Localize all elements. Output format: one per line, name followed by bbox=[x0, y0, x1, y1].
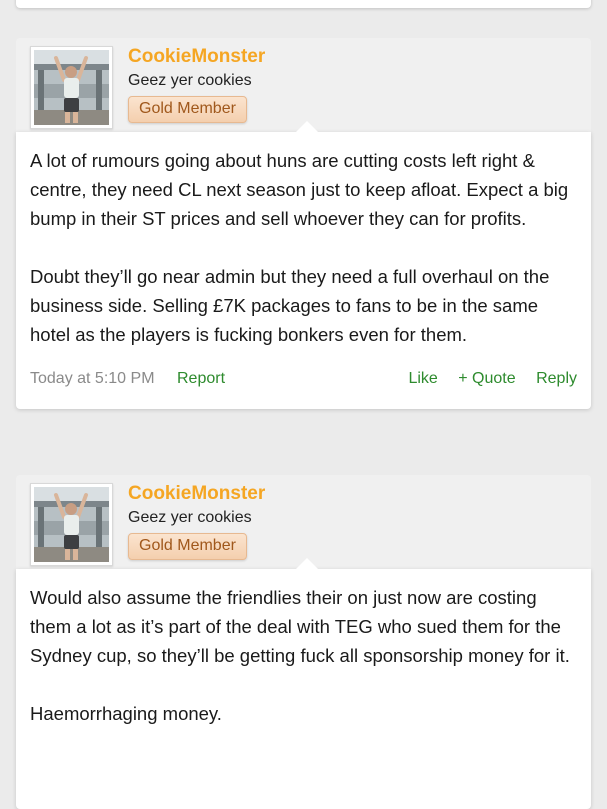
message-paragraph: Would also assume the friendlies their o… bbox=[30, 587, 570, 666]
member-badge: Gold Member bbox=[128, 96, 247, 123]
post-body: A lot of rumours going about huns are cu… bbox=[16, 121, 591, 409]
post-author-header: CookieMonster Geez yer cookies Gold Memb… bbox=[16, 38, 591, 132]
post-actions: Like + Quote Reply bbox=[392, 370, 577, 388]
username[interactable]: CookieMonster bbox=[128, 46, 265, 68]
reply-link[interactable]: Reply bbox=[536, 370, 577, 387]
message-paragraph: Doubt they’ll go near admin but they nee… bbox=[30, 266, 550, 345]
avatar[interactable] bbox=[30, 483, 113, 566]
post-author-header: CookieMonster Geez yer cookies Gold Memb… bbox=[16, 475, 591, 569]
post-footer: Today at 5:10 PM Report Like + Quote Rep… bbox=[16, 359, 591, 409]
message-paragraph: A lot of rumours going about huns are cu… bbox=[30, 150, 569, 229]
quote-link[interactable]: + Quote bbox=[458, 370, 515, 387]
previous-post-card bbox=[16, 0, 591, 8]
user-title: Geez yer cookies bbox=[128, 72, 252, 89]
post-message: A lot of rumours going about huns are cu… bbox=[16, 132, 591, 349]
like-link[interactable]: Like bbox=[408, 370, 437, 387]
post-body: Would also assume the friendlies their o… bbox=[16, 558, 591, 809]
user-title: Geez yer cookies bbox=[128, 509, 252, 526]
member-badge: Gold Member bbox=[128, 533, 247, 560]
report-link[interactable]: Report bbox=[177, 370, 225, 388]
avatar-photo bbox=[34, 50, 109, 125]
post-1: CookieMonster Geez yer cookies Gold Memb… bbox=[16, 38, 591, 409]
post-2: CookieMonster Geez yer cookies Gold Memb… bbox=[16, 475, 591, 809]
message-paragraph: Haemorrhaging money. bbox=[30, 703, 222, 724]
avatar-photo bbox=[34, 487, 109, 562]
post-message: Would also assume the friendlies their o… bbox=[16, 569, 591, 728]
avatar[interactable] bbox=[30, 46, 113, 129]
username[interactable]: CookieMonster bbox=[128, 483, 265, 505]
post-timestamp[interactable]: Today at 5:10 PM bbox=[30, 370, 155, 388]
